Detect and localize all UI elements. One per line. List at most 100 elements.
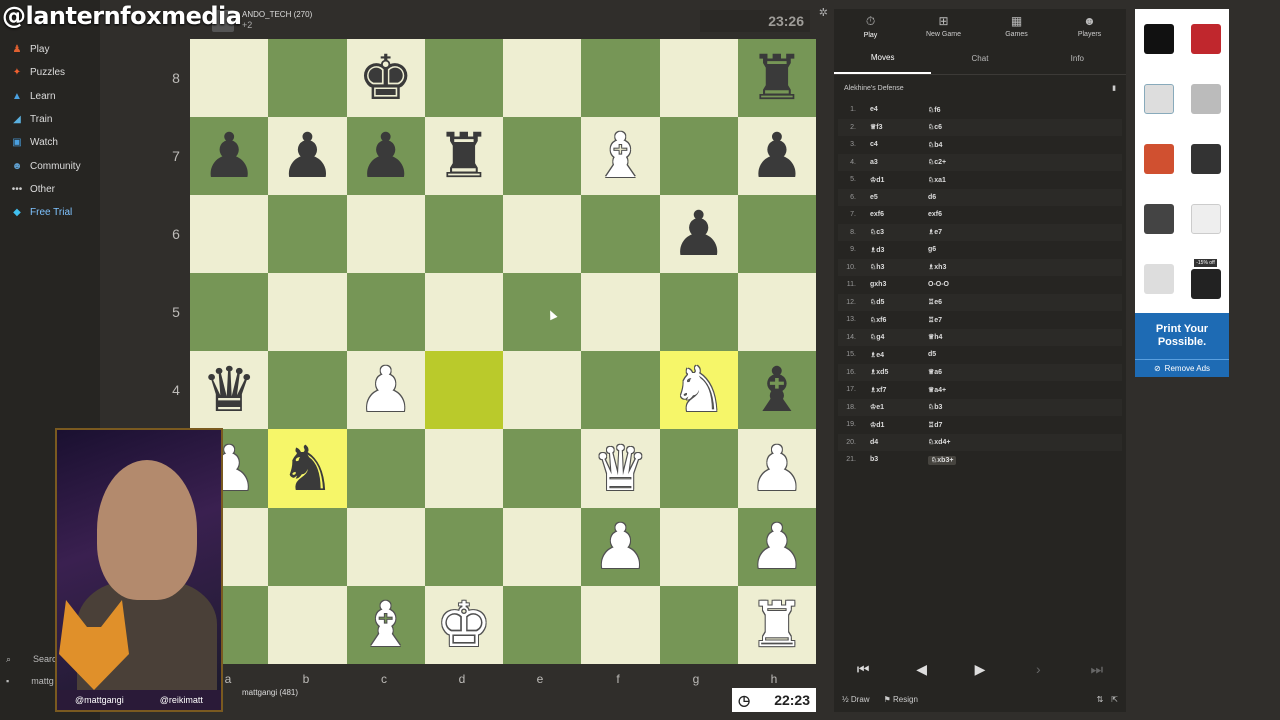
square-b5[interactable] [268, 273, 347, 352]
chess-board[interactable]: ♚ ♜ ♟ ♟ ♟ ♜ ♝ ♟ ♟ ♛ ♟ ♞ ♝ ♟ ♞ ♛ ♟ ♟ ♟ ♝ … [190, 39, 816, 664]
square-c3[interactable] [346, 429, 425, 508]
square-b8[interactable] [268, 39, 347, 118]
black-move[interactable]: ♕a6 [928, 368, 1088, 376]
sidebar-user[interactable]: ▪ mattg [6, 670, 62, 692]
square-f7[interactable]: ♝ [581, 117, 660, 196]
square-a5[interactable] [190, 273, 269, 352]
square-b1[interactable] [268, 585, 347, 664]
square-g8[interactable] [659, 39, 738, 118]
white-move[interactable]: ♗xd5 [870, 368, 928, 376]
white-move[interactable]: ♘c3 [870, 228, 928, 236]
black-move[interactable]: ♘b3 [928, 403, 1088, 411]
ad-product[interactable] [1135, 9, 1182, 69]
sidebar-item-other[interactable]: ••• Other [0, 178, 100, 201]
square-e8[interactable] [503, 39, 582, 118]
tab-play[interactable]: ⏱ Play [834, 9, 907, 43]
white-pawn[interactable]: ♟ [593, 515, 649, 578]
white-move[interactable]: a3 [870, 159, 928, 166]
square-a7[interactable]: ♟ [190, 117, 269, 196]
black-pawn[interactable]: ♟ [749, 125, 805, 187]
square-d3[interactable] [424, 429, 503, 508]
black-move[interactable]: ♘c2+ [928, 158, 1088, 166]
white-move[interactable]: e4 [870, 106, 928, 113]
square-e3[interactable] [503, 429, 582, 508]
ad-product[interactable] [1135, 189, 1182, 249]
square-h2[interactable]: ♟ [737, 507, 816, 586]
square-d6[interactable] [424, 195, 503, 274]
white-move[interactable]: ♔d1 [870, 176, 928, 184]
draw-button[interactable]: ½ Draw [842, 695, 870, 704]
square-e5[interactable] [503, 273, 582, 352]
white-move[interactable]: ♗e4 [870, 351, 928, 359]
black-rook[interactable]: ♜ [436, 125, 492, 187]
white-move[interactable]: b3 [870, 456, 928, 463]
sidebar-item-puzzles[interactable]: ✦ Puzzles [0, 61, 100, 84]
square-e4[interactable] [503, 351, 582, 430]
tab-players[interactable]: ☻ Players [1053, 9, 1126, 43]
remove-ads-button[interactable]: ⊘ Remove Ads [1135, 359, 1229, 377]
share-icon[interactable]: ⇱ [1111, 695, 1118, 704]
white-bishop[interactable]: ♝ [593, 125, 649, 187]
white-move[interactable]: exf6 [870, 211, 928, 218]
ad-product[interactable] [1135, 249, 1182, 309]
square-h8[interactable]: ♜ [737, 39, 816, 118]
white-rook[interactable]: ♜ [749, 593, 805, 656]
square-h5[interactable] [737, 273, 816, 352]
square-g2[interactable] [659, 507, 738, 586]
square-g3[interactable] [659, 429, 738, 508]
black-move[interactable]: ♖e6 [928, 298, 1088, 306]
square-b4[interactable] [268, 351, 347, 430]
black-move[interactable]: exf6 [928, 211, 1088, 218]
white-pawn[interactable]: ♟ [749, 515, 805, 578]
tab-new-game[interactable]: ⊞ New Game [907, 9, 980, 43]
black-move[interactable]: d5 [928, 351, 1088, 358]
flip-icon[interactable]: ⇅ [1097, 695, 1104, 704]
sidebar-item-community[interactable]: ☻ Community [0, 154, 100, 177]
square-c2[interactable] [346, 507, 425, 586]
subtab-info[interactable]: Info [1029, 43, 1126, 74]
white-pawn[interactable]: ♟ [358, 359, 414, 421]
ad-product[interactable]: -15% off [1182, 249, 1229, 309]
white-bishop[interactable]: ♝ [358, 593, 414, 656]
sidebar-item-play[interactable]: ♟ Play [0, 38, 100, 61]
square-f6[interactable] [581, 195, 660, 274]
white-move[interactable]: ♔e1 [870, 403, 928, 411]
ad-product[interactable] [1135, 69, 1182, 129]
square-b6[interactable] [268, 195, 347, 274]
black-move[interactable]: ♗e7 [928, 228, 1088, 236]
square-d2[interactable] [424, 507, 503, 586]
white-move[interactable]: ♗xf7 [870, 386, 928, 394]
white-queen[interactable]: ♛ [593, 437, 649, 500]
square-f3[interactable]: ♛ [581, 429, 660, 508]
square-c6[interactable] [346, 195, 425, 274]
square-b3[interactable]: ♞ [268, 429, 347, 508]
black-move[interactable]: ♕a4+ [928, 386, 1088, 394]
square-f8[interactable] [581, 39, 660, 118]
sidebar-search[interactable]: ⌕ Search [6, 648, 62, 670]
black-move[interactable]: ♘xb3+ [928, 455, 1088, 465]
square-h7[interactable]: ♟ [737, 117, 816, 196]
next-move-button[interactable]: › [1018, 657, 1058, 681]
square-b2[interactable] [268, 507, 347, 586]
square-g1[interactable] [659, 585, 738, 664]
black-rook[interactable]: ♜ [749, 47, 805, 109]
square-g4[interactable]: ♞ [659, 351, 738, 430]
black-move[interactable]: d6 [928, 194, 1088, 201]
square-a6[interactable] [190, 195, 269, 274]
white-move[interactable]: ♕f3 [870, 123, 928, 131]
black-pawn[interactable]: ♟ [671, 203, 727, 265]
black-queen[interactable]: ♛ [201, 359, 257, 421]
first-move-button[interactable]: ⏮ [843, 657, 883, 681]
black-pawn[interactable]: ♟ [358, 125, 414, 187]
square-g6[interactable]: ♟ [659, 195, 738, 274]
white-move[interactable]: ♘g4 [870, 333, 928, 341]
player-name[interactable]: mattgangi (481) [242, 688, 298, 697]
ad-product[interactable] [1182, 69, 1229, 129]
black-move[interactable]: ♕h4 [928, 333, 1088, 341]
resign-button[interactable]: ⚑ Resign [884, 695, 918, 704]
subtab-moves[interactable]: Moves [834, 43, 932, 74]
white-move[interactable]: ♘h3 [870, 263, 928, 271]
white-move[interactable]: ♗d3 [870, 246, 928, 254]
black-move[interactable]: ♖d7 [928, 421, 1088, 429]
ad-product[interactable] [1182, 9, 1229, 69]
